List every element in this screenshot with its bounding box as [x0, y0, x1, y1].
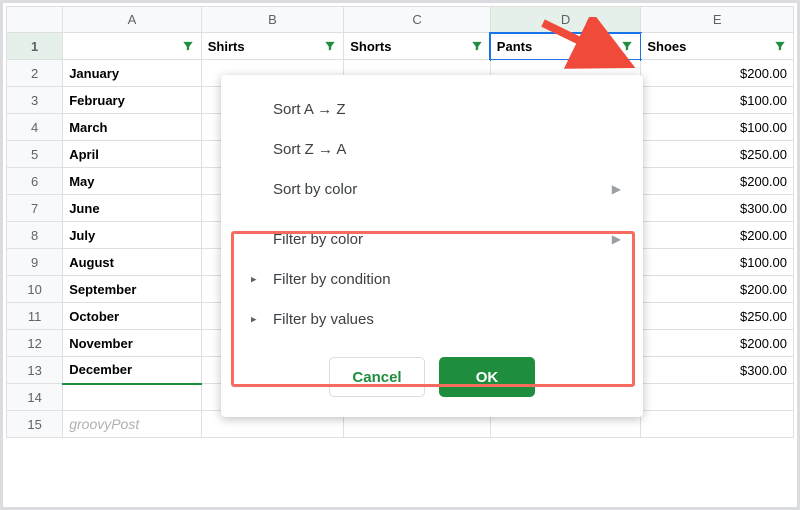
col-header-B[interactable]: B: [201, 7, 344, 33]
cell-value[interactable]: $200.00: [641, 168, 794, 195]
col-header-D[interactable]: D: [490, 7, 641, 33]
filter-icon[interactable]: [179, 37, 197, 55]
col-header-E[interactable]: E: [641, 7, 794, 33]
cell-value[interactable]: $300.00: [641, 195, 794, 222]
row-num[interactable]: 15: [7, 411, 63, 438]
filter-by-color[interactable]: Filter by color▶: [221, 219, 643, 259]
cancel-button[interactable]: Cancel: [329, 357, 425, 397]
filter-icon[interactable]: [618, 37, 636, 55]
watermark: groovyPost: [69, 416, 139, 432]
cell-month[interactable]: June: [63, 195, 202, 222]
row-num[interactable]: 12: [7, 330, 63, 357]
row-num[interactable]: 4: [7, 114, 63, 141]
cell-E1[interactable]: Shoes: [641, 33, 794, 60]
row-num[interactable]: 3: [7, 87, 63, 114]
row-num[interactable]: 5: [7, 141, 63, 168]
row-num[interactable]: 7: [7, 195, 63, 222]
expand-icon: ▸: [251, 273, 257, 286]
col-header-A[interactable]: A: [63, 7, 202, 33]
cell-A1[interactable]: [63, 33, 202, 60]
col-header-C[interactable]: C: [344, 7, 491, 33]
cell-month[interactable]: May: [63, 168, 202, 195]
expand-icon: ▸: [251, 313, 257, 326]
row-num[interactable]: 13: [7, 357, 63, 384]
cell-value[interactable]: $300.00: [641, 357, 794, 384]
chevron-right-icon: ▶: [612, 182, 621, 196]
row-num[interactable]: 6: [7, 168, 63, 195]
cell-D1[interactable]: Pants: [490, 33, 641, 60]
filter-dropdown: Sort A → Z Sort Z → A Sort by color▶ Fil…: [221, 75, 643, 417]
cell-B1[interactable]: Shirts: [201, 33, 344, 60]
corner-cell[interactable]: [7, 7, 63, 33]
cell-month[interactable]: January: [63, 60, 202, 87]
cell-month[interactable]: April: [63, 141, 202, 168]
filter-icon[interactable]: [321, 37, 339, 55]
cell-value[interactable]: $100.00: [641, 114, 794, 141]
cell-value[interactable]: $100.00: [641, 249, 794, 276]
header-row: 1 Shirts Shorts Pants Shoes: [7, 33, 794, 60]
cell-value[interactable]: $250.00: [641, 303, 794, 330]
cell-month[interactable]: September: [63, 276, 202, 303]
dropdown-buttons: Cancel OK: [221, 339, 643, 401]
header-label: Pants: [497, 39, 532, 54]
filter-by-values[interactable]: ▸Filter by values: [221, 299, 643, 339]
cell-month[interactable]: July: [63, 222, 202, 249]
header-label: Shirts: [208, 39, 245, 54]
row-num[interactable]: 11: [7, 303, 63, 330]
cell-month[interactable]: December: [63, 357, 202, 384]
cell-value[interactable]: $200.00: [641, 222, 794, 249]
sort-az[interactable]: Sort A → Z: [221, 89, 643, 129]
row-num[interactable]: 8: [7, 222, 63, 249]
cell-value[interactable]: $200.00: [641, 330, 794, 357]
row-num-1[interactable]: 1: [7, 33, 63, 60]
cell-month[interactable]: October: [63, 303, 202, 330]
row-num[interactable]: 14: [7, 384, 63, 411]
row-num[interactable]: 2: [7, 60, 63, 87]
cell-month[interactable]: November: [63, 330, 202, 357]
filter-by-condition[interactable]: ▸Filter by condition: [221, 259, 643, 299]
chevron-right-icon: ▶: [612, 232, 621, 246]
sort-za[interactable]: Sort Z → A: [221, 129, 643, 169]
sort-by-color[interactable]: Sort by color▶: [221, 169, 643, 209]
row-num[interactable]: 9: [7, 249, 63, 276]
cell-value[interactable]: $250.00: [641, 141, 794, 168]
filter-icon[interactable]: [771, 37, 789, 55]
ok-button[interactable]: OK: [439, 357, 535, 397]
cell-value[interactable]: $200.00: [641, 276, 794, 303]
cell-value[interactable]: $100.00: [641, 87, 794, 114]
cell-C1[interactable]: Shorts: [344, 33, 491, 60]
cell-month[interactable]: August: [63, 249, 202, 276]
cell-month[interactable]: March: [63, 114, 202, 141]
header-label: Shorts: [350, 39, 391, 54]
column-header-row: A B C D E: [7, 7, 794, 33]
cell-value[interactable]: $200.00: [641, 60, 794, 87]
header-label: Shoes: [647, 39, 686, 54]
row-num[interactable]: 10: [7, 276, 63, 303]
filter-icon[interactable]: [468, 37, 486, 55]
cell-month[interactable]: February: [63, 87, 202, 114]
